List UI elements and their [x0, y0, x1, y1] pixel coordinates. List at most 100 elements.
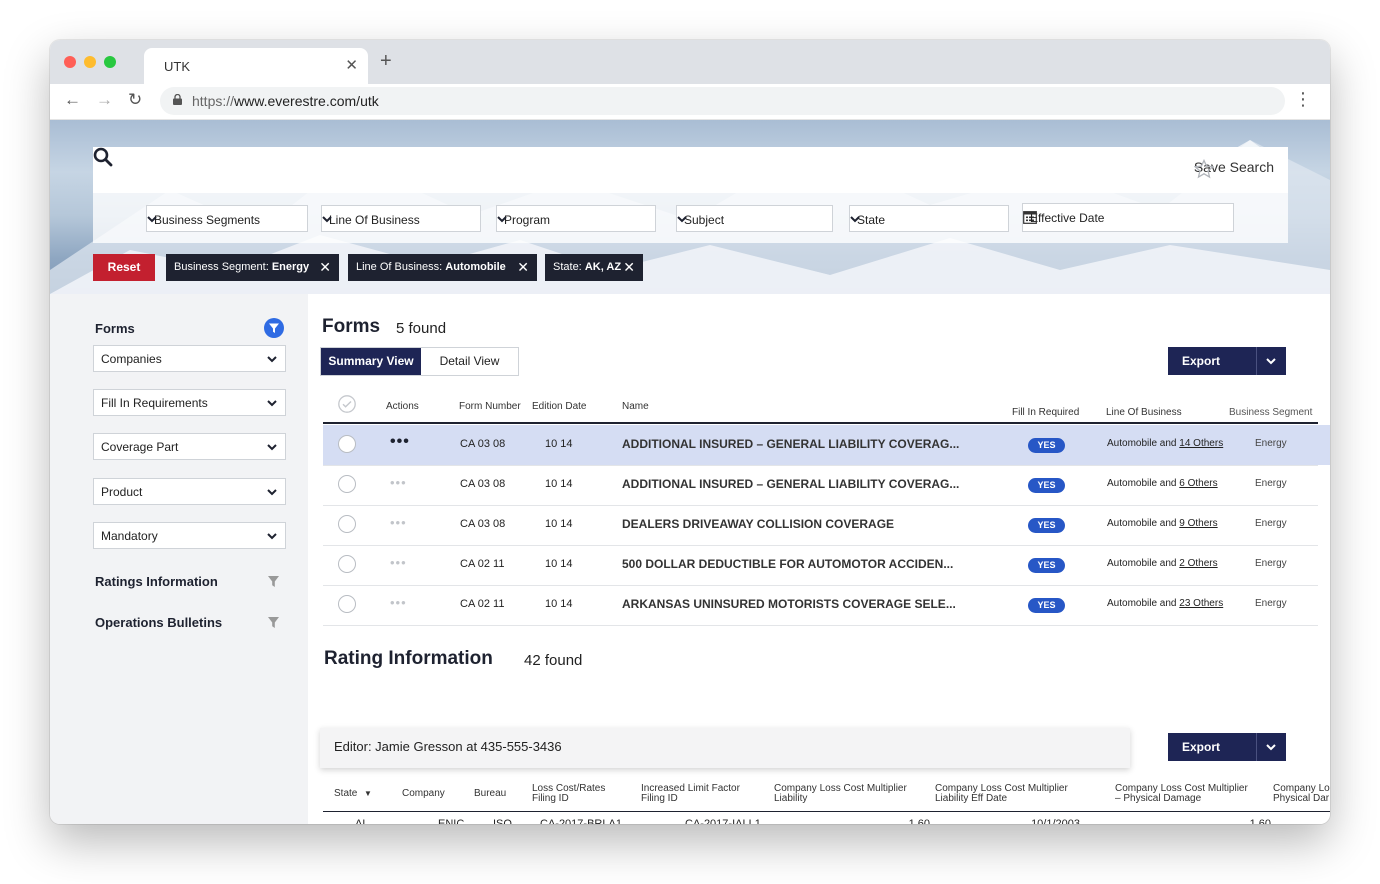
effective-date-label: Effective Date	[1030, 211, 1105, 225]
rating-count: 42 found	[524, 652, 583, 669]
search-box[interactable]: Save Search	[93, 147, 1288, 193]
row-select-radio[interactable]	[338, 515, 356, 533]
column-header-company[interactable]: Company	[402, 789, 445, 799]
row-select-radio[interactable]	[338, 475, 356, 493]
form-name[interactable]: ADDITIONAL INSURED – GENERAL LIABILITY C…	[622, 437, 959, 451]
reset-button[interactable]: Reset	[93, 254, 155, 281]
browser-menu-icon[interactable]: ⋮	[1294, 89, 1312, 110]
table-row[interactable]: ••• CA 03 08 10 14 ADDITIONAL INSURED – GEN…	[323, 465, 1330, 505]
search-icon[interactable]	[93, 147, 113, 167]
close-window-button[interactable]	[64, 56, 76, 68]
column-header-multiplier-physical-damage-2[interactable]: Company Lo Physical Dar	[1273, 784, 1330, 804]
forward-icon[interactable]: →	[96, 90, 113, 110]
chevron-down-icon[interactable]	[1266, 742, 1276, 752]
sort-caret-icon[interactable]: ▼	[364, 789, 372, 799]
table-row[interactable]: ••• CA 02 11 10 14 500 DOLLAR DEDUCTIBLE FO…	[323, 545, 1330, 585]
state-select[interactable]: State	[849, 205, 1009, 232]
calendar-icon[interactable]	[1023, 210, 1037, 224]
sidebar-bulletins-heading[interactable]: Operations Bulletins	[95, 615, 222, 630]
header-line-2: Liability Eff Date	[935, 793, 1008, 804]
editor-banner: Editor: Jamie Gresson at 435-555-3436	[320, 728, 1130, 768]
column-header-edition-date[interactable]: Edition Date	[532, 401, 586, 412]
more-actions-icon[interactable]: •••	[390, 555, 407, 570]
more-actions-icon[interactable]: •••	[390, 433, 410, 451]
filter-chip-line-of-business[interactable]: Line Of Business: Automobile ✕	[348, 254, 537, 281]
form-name[interactable]: ADDITIONAL INSURED – GENERAL LIABILITY C…	[622, 477, 959, 491]
filter-icon[interactable]	[268, 617, 279, 628]
filter-chip-state[interactable]: State: AK, AZ ✕	[545, 254, 643, 281]
chevron-down-icon[interactable]	[1266, 356, 1276, 366]
fill-in-requirements-select[interactable]: Fill In Requirements	[93, 389, 286, 416]
table-row[interactable]: ••• CA 03 08 10 14 ADDITIONAL INSURED – GEN…	[323, 425, 1330, 465]
header-line-2: Filing ID	[641, 793, 678, 804]
column-header-multiplier-eff-date[interactable]: Company Loss Cost Multiplier Liability Ef…	[935, 784, 1068, 804]
loss-cost-cell: CA-2017-BRLA1	[540, 818, 622, 824]
url-field[interactable]: https://www.everestre.com/utk	[160, 87, 1285, 115]
line-of-business-select[interactable]: Line Of Business	[321, 205, 481, 232]
effective-date-field[interactable]: Effective Date	[1022, 203, 1234, 232]
business-segments-select[interactable]: Business Segments	[146, 205, 308, 232]
column-header-bureau[interactable]: Bureau	[474, 789, 506, 799]
table-row[interactable]: ••• CA 02 11 10 14 ARKANSAS UNINSURED MOTOR…	[323, 585, 1330, 625]
row-select-radio[interactable]	[338, 435, 356, 453]
filter-icon[interactable]	[268, 576, 279, 587]
star-icon	[1193, 159, 1214, 179]
product-select[interactable]: Product	[93, 478, 286, 505]
lob-others-link[interactable]: 14 Others	[1179, 438, 1223, 449]
select-label: Product	[101, 485, 143, 499]
column-header-line-of-business[interactable]: Line Of Business	[1106, 407, 1182, 418]
column-header-multiplier-physical-damage[interactable]: Company Loss Cost Multiplier – Physical D…	[1115, 784, 1248, 804]
chevron-down-icon	[677, 216, 687, 223]
remove-filter-icon[interactable]: ✕	[319, 254, 331, 281]
column-header-ilf-filing-id[interactable]: Increased Limit Factor Filing ID	[641, 784, 740, 804]
back-icon[interactable]: ←	[64, 90, 81, 110]
remove-filter-icon[interactable]: ✕	[517, 254, 529, 281]
company-cell: ENIC	[438, 818, 465, 824]
rating-export-button[interactable]: Export	[1168, 733, 1286, 761]
chevron-down-icon	[147, 216, 157, 223]
form-name[interactable]: DEALERS DRIVEAWAY COLLISION COVERAGE	[622, 517, 894, 531]
select-all-checkbox[interactable]	[338, 395, 356, 413]
forms-export-button[interactable]: Export	[1168, 347, 1286, 375]
form-number: CA 03 08	[460, 438, 506, 450]
row-select-radio[interactable]	[338, 595, 356, 613]
column-header-business-segment[interactable]: Business Segment	[1229, 407, 1312, 418]
column-header-multiplier-liability[interactable]: Company Loss Cost Multiplier Liability	[774, 784, 907, 804]
address-bar: ← → ↻ https://www.everestre.com/utk ⋮	[50, 84, 1330, 120]
export-label: Export	[1182, 354, 1221, 368]
lob-others-link[interactable]: 6 Others	[1179, 478, 1217, 489]
more-actions-icon[interactable]: •••	[390, 595, 407, 610]
tab-close-icon[interactable]: ✕	[345, 56, 358, 74]
column-header-form-number[interactable]: Form Number	[459, 401, 521, 412]
remove-filter-icon[interactable]: ✕	[623, 254, 635, 281]
coverage-part-select[interactable]: Coverage Part	[93, 433, 286, 460]
row-select-radio[interactable]	[338, 555, 356, 573]
mandatory-select[interactable]: Mandatory	[93, 522, 286, 549]
filter-chip-business-segment[interactable]: Business Segment: Energy ✕	[166, 254, 339, 281]
save-search-button[interactable]: Save Search	[1193, 159, 1274, 179]
program-select[interactable]: Program	[496, 205, 656, 232]
column-header-name[interactable]: Name	[622, 401, 649, 412]
reload-icon[interactable]: ↻	[128, 90, 142, 110]
lob-others-link[interactable]: 9 Others	[1179, 518, 1217, 529]
column-header-state[interactable]: State ▼	[334, 789, 372, 799]
subject-select[interactable]: Subject	[676, 205, 833, 232]
form-name[interactable]: 500 DOLLAR DEDUCTIBLE FOR AUTOMOTOR ACCI…	[622, 557, 953, 571]
maximize-window-button[interactable]	[104, 56, 116, 68]
lob-others-link[interactable]: 2 Others	[1179, 558, 1217, 569]
browser-tab[interactable]: UTK ✕	[144, 48, 368, 84]
column-header-loss-cost-filing-id[interactable]: Loss Cost/Rates Filing ID	[532, 784, 605, 804]
lob-others-link[interactable]: 23 Others	[1179, 598, 1223, 609]
more-actions-icon[interactable]: •••	[390, 475, 407, 490]
minimize-window-button[interactable]	[84, 56, 96, 68]
tab-detail-view[interactable]: Detail View	[421, 348, 518, 375]
more-actions-icon[interactable]: •••	[390, 515, 407, 530]
form-name[interactable]: ARKANSAS UNINSURED MOTORISTS COVERAGE SE…	[622, 597, 956, 611]
sidebar-ratings-heading[interactable]: Ratings Information	[95, 574, 218, 589]
companies-select[interactable]: Companies	[93, 345, 286, 372]
new-tab-icon[interactable]: +	[380, 51, 392, 71]
tab-summary-view[interactable]: Summary View	[321, 348, 421, 375]
filter-icon[interactable]	[264, 318, 284, 338]
table-row[interactable]: ••• CA 03 08 10 14 DEALERS DRIVEAWAY COLLIS…	[323, 505, 1330, 545]
column-header-fill-in-required[interactable]: Fill In Required	[1012, 407, 1079, 418]
